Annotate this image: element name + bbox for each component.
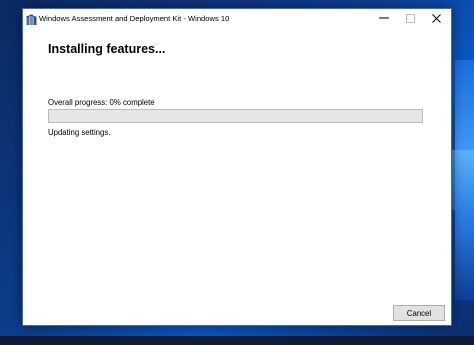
maximize-button[interactable] bbox=[397, 9, 423, 29]
close-button[interactable] bbox=[423, 9, 449, 29]
status-text: Updating settings. bbox=[48, 128, 111, 137]
window-titlebar[interactable]: Windows Assessment and Deployment Kit - … bbox=[23, 9, 451, 31]
taskbar bbox=[0, 336, 474, 345]
page-title: Installing features... bbox=[48, 42, 166, 56]
adk-app-icon bbox=[26, 13, 37, 25]
window-title: Windows Assessment and Deployment Kit - … bbox=[39, 14, 230, 23]
progress-label: Overall progress: 0% complete bbox=[48, 98, 155, 107]
installer-window: Windows Assessment and Deployment Kit - … bbox=[22, 8, 452, 326]
close-icon bbox=[431, 10, 441, 28]
minimize-button[interactable] bbox=[371, 9, 397, 29]
minimize-icon bbox=[379, 10, 389, 28]
desktop-background: Windows Assessment and Deployment Kit - … bbox=[0, 0, 474, 345]
maximize-icon bbox=[405, 10, 415, 28]
cancel-button[interactable]: Cancel bbox=[393, 305, 445, 321]
progress-bar bbox=[48, 109, 423, 123]
